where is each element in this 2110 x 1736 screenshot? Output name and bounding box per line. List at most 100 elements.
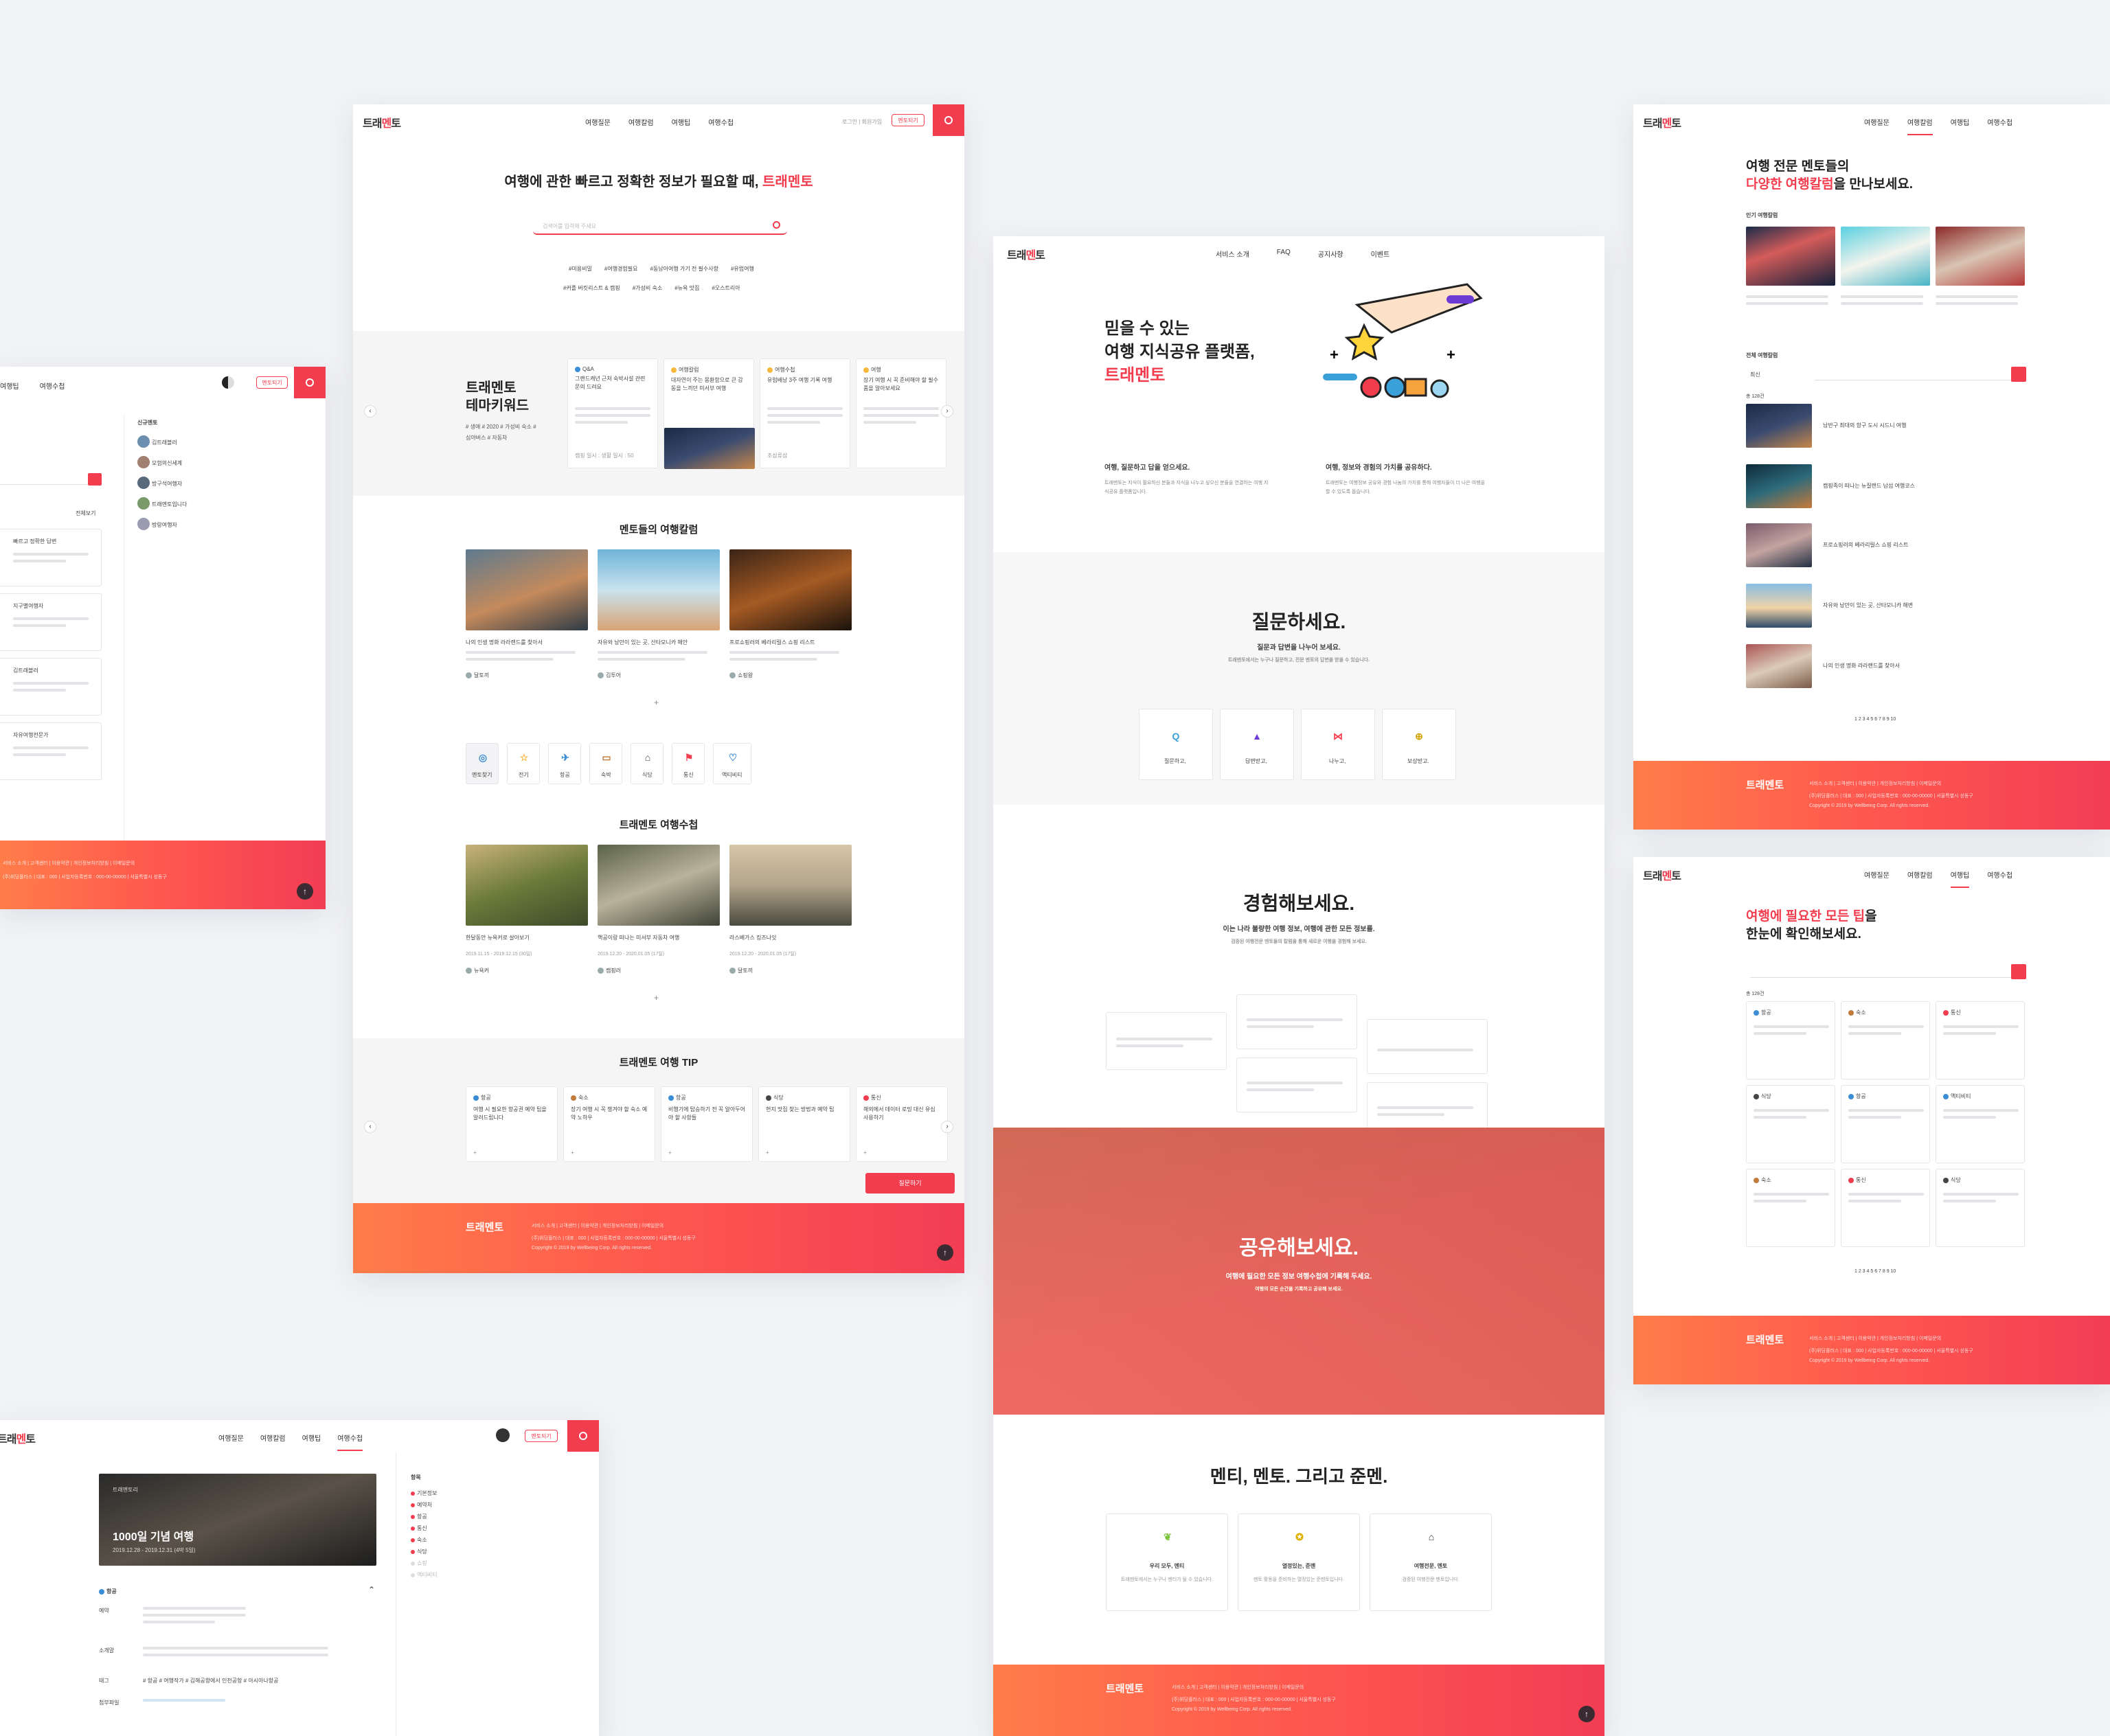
dark-mode-icon[interactable] <box>222 376 234 389</box>
side-item[interactable]: 숙소 <box>411 1534 437 1546</box>
scroll-top-button[interactable]: ↑ <box>297 883 313 900</box>
nav-essay[interactable]: 여행수첩 <box>708 117 734 127</box>
logo[interactable]: 트래멘토 <box>1643 114 1681 130</box>
popular-photo[interactable] <box>1746 227 1835 286</box>
side-item[interactable]: 통신 <box>411 1522 437 1534</box>
row-title[interactable]: 나의 인생 명화 라라랜드를 찾아서 <box>1823 662 1900 670</box>
nav-tip[interactable]: 여행팁 <box>1951 117 1970 135</box>
hashtag[interactable]: #미용비밀 <box>569 265 592 273</box>
nav-event[interactable]: 이벤트 <box>1371 249 1390 259</box>
mentor-search-input[interactable] <box>0 474 89 485</box>
chevron-up-icon[interactable]: ⌃ <box>368 1585 375 1595</box>
nav-column[interactable]: 여행칼럼 <box>1907 117 1933 135</box>
scroll-top-button[interactable]: ↑ <box>1578 1706 1595 1722</box>
mentor-name[interactable]: 모험의신세계 <box>152 460 182 466</box>
nav-about[interactable]: 서비스 소개 <box>1216 249 1249 259</box>
nav-tip[interactable]: 여행팁 <box>302 1432 321 1451</box>
essay-title[interactable]: 핵공이랑 떠나는 미서부 자동차 여행 <box>598 934 679 941</box>
column-search-button[interactable] <box>2011 367 2026 382</box>
hashtag[interactable]: #여행경험필요 <box>604 265 638 273</box>
category-item[interactable]: ⌂ 식당 <box>631 743 663 784</box>
tip-card[interactable]: 숙소 <box>1746 1169 1835 1247</box>
row-title[interactable]: 프로쇼핑러의 베라리릴스 쇼핑 리스트 <box>1823 541 1908 549</box>
side-item[interactable]: 예약처 <box>411 1499 437 1511</box>
mentor-name[interactable]: 방랑여행자 <box>152 522 177 528</box>
logo[interactable]: 트래멘토 <box>1007 246 1045 262</box>
side-item[interactable]: 쇼핑 <box>411 1557 437 1569</box>
nav-tip[interactable]: 여행팁 <box>672 117 691 127</box>
essay-photo[interactable] <box>729 845 852 926</box>
tip-card[interactable]: 액티비티 <box>1936 1085 2025 1163</box>
tip-card[interactable]: 항공 <box>1746 1001 1835 1080</box>
tip-card[interactable]: 통신 <box>1841 1169 1930 1247</box>
nav-faq[interactable]: FAQ <box>1277 249 1291 259</box>
nav-qa[interactable]: 여행질문 <box>1864 869 1890 888</box>
logo[interactable]: 트래멘토 <box>0 1430 36 1446</box>
essay-photo[interactable] <box>466 845 588 926</box>
login-link[interactable]: 로그인 | 회원가입 <box>842 118 882 126</box>
category-item[interactable]: ▭ 숙박 <box>589 743 622 784</box>
essay-title[interactable]: 한달동안 뉴욕커로 살아보기 <box>466 934 530 941</box>
tip-card[interactable]: 통신 해외에서 데이터 로밍 대신 유심 사용하기 + <box>856 1086 948 1162</box>
mentor-search-button[interactable] <box>88 473 102 486</box>
nav-qa[interactable]: 여행질문 <box>218 1432 244 1451</box>
nav-tip[interactable]: 여행팁 <box>1950 869 1970 888</box>
search-button[interactable] <box>933 104 964 136</box>
side-item[interactable]: 액티비티 <box>411 1569 437 1581</box>
row-photo[interactable] <box>1746 404 1812 448</box>
tip-card[interactable]: 식당 <box>1936 1169 2025 1247</box>
hashtag[interactable]: #가성비 숙소 <box>633 284 662 292</box>
next-arrow[interactable]: › <box>941 405 953 418</box>
nav-essay[interactable]: 여행수첩 <box>1987 117 2012 135</box>
nav-essay[interactable]: 여행수첩 <box>337 1432 363 1451</box>
row-photo[interactable] <box>1746 523 1812 567</box>
mentor-card[interactable]: 김트래블러 <box>0 658 102 716</box>
theme-card[interactable]: 여행칼럼 대자연이 주는 몽환함으로 큰 감동을 느끼던 미서부 여행 <box>663 358 755 469</box>
hashtag[interactable]: #유럽여행 <box>731 265 754 273</box>
essay-title[interactable]: 라스베가스 킹즈나잇 <box>729 934 776 941</box>
row-photo[interactable] <box>1746 644 1812 688</box>
next-arrow[interactable]: › <box>941 1121 953 1133</box>
logo[interactable]: 트래멘토 <box>1643 867 1681 883</box>
nav-column[interactable]: 여행칼럼 <box>628 117 654 127</box>
column-photo[interactable] <box>466 549 588 630</box>
nav-qa[interactable]: 여행질문 <box>1864 117 1890 135</box>
tip-search-input[interactable] <box>1750 967 2018 978</box>
nav-column[interactable]: 여행칼럼 <box>260 1432 286 1451</box>
column-photo[interactable] <box>598 549 720 630</box>
search-button[interactable] <box>294 367 326 398</box>
row-title[interactable]: 자유와 낭만이 있는 곳, 산타모니카 해변 <box>1823 602 1913 609</box>
category-mentor-find[interactable]: ◎ 멘토찾기 <box>466 743 499 784</box>
category-item[interactable]: ⚑ 통신 <box>672 743 705 784</box>
category-item[interactable]: ♡ 액티비티 <box>713 743 751 784</box>
more-button[interactable]: + <box>654 698 659 707</box>
tip-card[interactable]: 통신 <box>1936 1001 2025 1080</box>
side-item[interactable]: 식당 <box>411 1546 437 1557</box>
column-title[interactable]: 프로쇼핑러의 베라리릴스 쇼핑 리스트 <box>729 639 815 646</box>
sort-dropdown[interactable]: 전체보기 <box>76 510 95 517</box>
nav-qa[interactable]: 여행질문 <box>585 117 611 127</box>
hashtag[interactable]: #커플 버킷리스트 & 캠핑 <box>563 284 620 292</box>
more-button[interactable]: + <box>654 993 659 1003</box>
mentor-name[interactable]: 트래멘토입니다 <box>152 501 188 507</box>
tip-card[interactable]: 숙소 장기 여행 시 꼭 챙겨야 할 숙소 예약 노하우 + <box>563 1086 655 1162</box>
mentor-button[interactable]: 멘토되기 <box>256 376 288 389</box>
column-photo[interactable] <box>729 549 852 630</box>
mentor-name[interactable]: 방구석여행자 <box>152 481 182 487</box>
prev-arrow[interactable]: ‹ <box>364 405 376 418</box>
row-title[interactable]: 남반구 최대의 항구 도시 시드니 여행 <box>1823 422 1907 429</box>
popular-photo[interactable] <box>1936 227 2025 286</box>
tip-search-button[interactable] <box>2011 964 2026 979</box>
tip-card[interactable]: 항공 비행기에 탑승하기 전 꼭 알아두어야 할 사항들 + <box>661 1086 753 1162</box>
mentor-card[interactable]: 지구별여행자 <box>0 593 102 651</box>
hashtag[interactable]: #오스트리아 <box>712 284 740 292</box>
nav-essay[interactable]: 여행수첩 <box>40 380 65 391</box>
hero-search-input[interactable]: 검색어를 입력해 주세요 <box>533 220 787 235</box>
pagination[interactable]: 1 2 3 4 5 6 7 8 9 10 <box>1854 1269 1896 1274</box>
prev-arrow[interactable]: ‹ <box>364 1121 376 1133</box>
mentor-name[interactable]: 김트래블러 <box>152 439 177 446</box>
nav-essay[interactable]: 여행수첩 <box>1987 869 2012 888</box>
row-photo[interactable] <box>1746 584 1812 628</box>
mentor-button[interactable]: 멘토되기 <box>892 114 924 126</box>
theme-card[interactable]: Q&A 그랜드캐년 근처 숙박시설 관련 문의 드려요 캠핑 일시 : 생활 일시 … <box>567 358 658 468</box>
